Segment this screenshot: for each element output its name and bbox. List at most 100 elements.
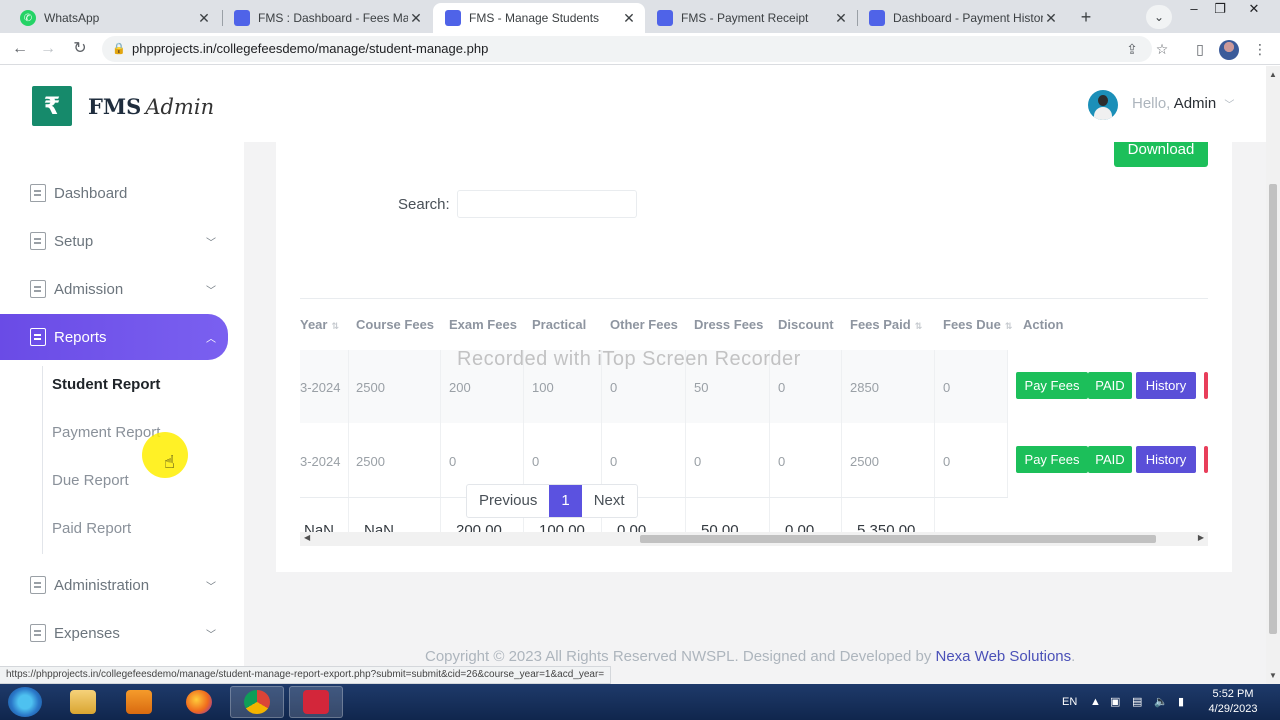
- new-tab-button[interactable]: +: [1072, 5, 1100, 29]
- close-icon[interactable]: ✕: [621, 10, 637, 27]
- minimize-icon[interactable]: –: [1180, 0, 1208, 20]
- scroll-up-icon[interactable]: ▲: [1269, 70, 1277, 79]
- download-button[interactable]: Download: [1114, 142, 1208, 167]
- submenu-paid-report[interactable]: Paid Report: [52, 520, 131, 537]
- cell-practical: 0: [532, 454, 540, 469]
- column-header-action: Action: [1023, 317, 1064, 332]
- user-avatar[interactable]: [1088, 90, 1118, 120]
- start-button[interactable]: [8, 687, 42, 717]
- close-icon[interactable]: ✕: [408, 10, 424, 27]
- sidebar-item-setup[interactable]: Setup ﹀: [0, 223, 244, 259]
- column-header-discount[interactable]: Discount: [778, 317, 834, 332]
- sidebar-item-label: Setup: [54, 232, 94, 250]
- paid-badge-button[interactable]: PAID: [1088, 372, 1132, 399]
- column-header-practical[interactable]: Practical: [532, 317, 586, 332]
- developer-link[interactable]: Nexa Web Solutions: [936, 648, 1072, 665]
- share-icon[interactable]: ⇪: [1120, 37, 1144, 61]
- tab-title: FMS - Payment Receipt: [681, 11, 809, 25]
- side-panel-icon[interactable]: ▯: [1188, 37, 1212, 61]
- submenu-student-report[interactable]: Student Report: [52, 376, 160, 393]
- fms-icon: [657, 10, 673, 26]
- window-close-icon[interactable]: ✕: [1240, 0, 1268, 20]
- cell-course-fees: 2500: [356, 454, 385, 469]
- pay-fees-button[interactable]: Pay Fees: [1016, 446, 1088, 473]
- sidebar-item-dashboard[interactable]: Dashboard: [0, 175, 244, 211]
- cell-fees-paid: 2850: [850, 380, 879, 395]
- table-row-background: [300, 424, 1008, 497]
- tab-payment-receipt[interactable]: FMS - Payment Receipt ✕: [645, 3, 857, 33]
- network-icon[interactable]: ▮: [1178, 684, 1184, 720]
- column-header-dress-fees[interactable]: Dress Fees: [694, 317, 763, 332]
- restore-icon[interactable]: ❐: [1206, 0, 1234, 20]
- clock-time: 5:52 PM: [1212, 688, 1254, 700]
- pay-fees-button[interactable]: Pay Fees: [1016, 372, 1088, 399]
- tray-app-icon[interactable]: ▣: [1110, 684, 1120, 720]
- page-vertical-scrollbar[interactable]: ▲ ▼: [1266, 66, 1280, 684]
- sidebar-item-expenses[interactable]: Expenses ﹀: [0, 615, 244, 651]
- previous-page-button[interactable]: Previous: [467, 485, 549, 517]
- reload-icon[interactable]: ↻: [68, 37, 92, 61]
- tab-payment-history[interactable]: Dashboard - Payment History ✕: [857, 3, 1067, 33]
- language-indicator[interactable]: EN: [1062, 684, 1077, 720]
- next-page-button[interactable]: Next: [582, 485, 637, 517]
- chevron-up-icon: ︿: [206, 333, 216, 345]
- scroll-right-icon[interactable]: ▶: [1198, 533, 1204, 542]
- top-header: Hello, Admin ﹀: [244, 66, 1266, 142]
- taskbar-media-player[interactable]: [112, 686, 166, 718]
- submenu-payment-report[interactable]: Payment Report: [52, 424, 160, 441]
- tab-fms-dashboard[interactable]: FMS : Dashboard - Fees Mana ✕: [222, 3, 432, 33]
- history-button[interactable]: History: [1136, 372, 1196, 399]
- paid-badge-button[interactable]: PAID: [1088, 446, 1132, 473]
- url-field[interactable]: 🔒 phpprojects.in/collegefeesdemo/manage/…: [102, 36, 1152, 62]
- forward-arrow-icon[interactable]: →: [36, 37, 60, 61]
- total-other-fees: 0.00: [617, 522, 647, 532]
- search-input[interactable]: [457, 190, 637, 218]
- taskbar-chrome[interactable]: [230, 686, 284, 718]
- total-fees-paid: 5,350.00: [857, 522, 916, 532]
- system-clock[interactable]: 5:52 PM 4/29/2023: [1198, 687, 1268, 717]
- history-button[interactable]: History: [1136, 446, 1196, 473]
- scrollbar-thumb[interactable]: [1269, 184, 1277, 634]
- bookmark-star-icon[interactable]: ☆: [1150, 37, 1174, 61]
- delete-button[interactable]: [1204, 372, 1208, 399]
- taskbar-firefox[interactable]: [172, 686, 226, 718]
- close-icon[interactable]: ✕: [833, 10, 849, 27]
- logo[interactable]: ₹ FMS Admin: [32, 86, 214, 126]
- scrollbar-thumb[interactable]: [640, 535, 1156, 543]
- scroll-left-icon[interactable]: ◀: [304, 533, 310, 542]
- profile-avatar[interactable]: [1219, 40, 1239, 60]
- column-header-fees-due[interactable]: Fees Due ⇅: [943, 317, 1012, 332]
- back-arrow-icon[interactable]: ←: [8, 37, 32, 61]
- tray-app-icon[interactable]: ▤: [1132, 684, 1142, 720]
- logo-text-italic: Admin: [145, 94, 215, 119]
- row-divider: [300, 497, 1008, 498]
- page-number-button[interactable]: 1: [549, 485, 582, 517]
- close-icon[interactable]: ✕: [1043, 10, 1059, 27]
- sidebar-item-administration[interactable]: Administration ﹀: [0, 567, 244, 603]
- column-header-course-fees[interactable]: Course Fees: [356, 317, 434, 332]
- url-text: phpprojects.in/collegefeesdemo/manage/st…: [132, 41, 489, 56]
- column-header-year[interactable]: Year ⇅: [300, 317, 339, 332]
- submenu-due-report[interactable]: Due Report: [52, 472, 129, 489]
- more-menu-icon[interactable]: ⋮: [1248, 37, 1272, 61]
- sidebar-item-reports[interactable]: Reports ︿: [0, 314, 228, 360]
- page: ₹ FMS Admin Dashboard Setup ﹀ Admission ﹀…: [0, 66, 1266, 684]
- table-horizontal-scrollbar[interactable]: ◀ ▶: [300, 532, 1208, 546]
- user-menu[interactable]: Hello, Admin ﹀: [1132, 95, 1234, 112]
- taskbar-file-explorer[interactable]: [56, 686, 110, 718]
- tab-manage-students[interactable]: FMS - Manage Students ✕: [433, 3, 645, 33]
- taskbar-screen-recorder[interactable]: [289, 686, 343, 718]
- delete-button[interactable]: [1204, 446, 1208, 473]
- sidebar-item-admission[interactable]: Admission ﹀: [0, 271, 244, 307]
- column-header-exam-fees[interactable]: Exam Fees: [449, 317, 517, 332]
- tab-whatsapp[interactable]: ✆ WhatsApp ✕: [8, 3, 220, 33]
- show-hidden-icons-icon[interactable]: ▲: [1090, 684, 1101, 720]
- user-name: Admin: [1173, 95, 1217, 112]
- column-header-other-fees[interactable]: Other Fees: [610, 317, 678, 332]
- tab-search-chevron-icon[interactable]: ⌄: [1146, 5, 1172, 29]
- copyright-text: Copyright © 2023 All Rights Reserved NWS…: [425, 648, 932, 665]
- volume-icon[interactable]: 🔈: [1154, 684, 1168, 720]
- close-icon[interactable]: ✕: [196, 10, 212, 27]
- scroll-down-icon[interactable]: ▼: [1269, 671, 1277, 680]
- column-header-fees-paid[interactable]: Fees Paid ⇅: [850, 317, 922, 332]
